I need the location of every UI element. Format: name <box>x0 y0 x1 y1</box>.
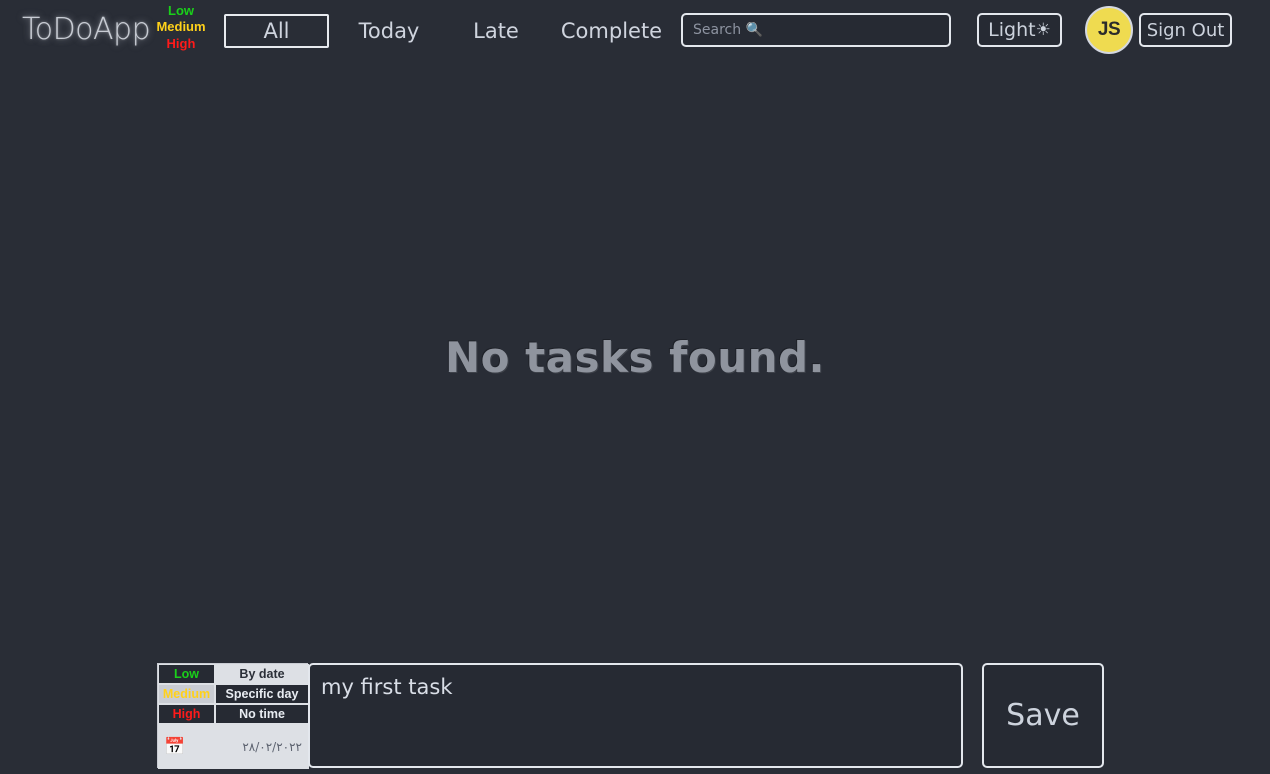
task-input[interactable] <box>308 663 963 768</box>
task-composer: Low By date Medium Specific day High No … <box>157 663 1104 769</box>
date-value[interactable]: ٢٨/٠٢/٢٠٢٢ <box>215 724 309 769</box>
priority-legend-medium: Medium <box>156 19 206 35</box>
avatar-initials: JS <box>1097 19 1121 40</box>
tab-all[interactable]: All <box>224 13 329 48</box>
nav-tabs: All Today Late Complete <box>224 13 674 48</box>
date-picker-trigger[interactable]: 📅 <box>158 724 215 769</box>
sun-icon: ☀ <box>1035 19 1051 40</box>
date-option-specific-day[interactable]: Specific day <box>215 684 309 704</box>
tab-late[interactable]: Late <box>443 14 549 48</box>
priority-legend-low: Low <box>168 3 194 18</box>
tab-today[interactable]: Today <box>335 14 443 48</box>
avatar[interactable]: JS <box>1085 6 1133 54</box>
priority-option-high[interactable]: High <box>158 704 215 724</box>
composer-options-panel: Low By date Medium Specific day High No … <box>157 663 309 769</box>
app-header: ToDoApp Low Medium High All Today Late C… <box>0 0 1270 62</box>
sign-out-button[interactable]: Sign Out <box>1139 13 1232 47</box>
theme-toggle-label: Light <box>988 19 1036 41</box>
theme-toggle-button[interactable]: Light ☀ <box>977 13 1062 47</box>
tab-complete[interactable]: Complete <box>549 14 674 48</box>
brand-logo: ToDoApp <box>22 12 151 47</box>
empty-state-message: No tasks found. <box>444 333 826 382</box>
search-input[interactable] <box>681 13 951 47</box>
date-option-by-date[interactable]: By date <box>215 664 309 684</box>
calendar-icon: 📅 <box>164 737 186 756</box>
save-button[interactable]: Save <box>982 663 1104 768</box>
date-option-no-time[interactable]: No time <box>215 704 309 724</box>
priority-option-medium[interactable]: Medium <box>158 684 215 704</box>
priority-legend-high: High <box>166 35 196 51</box>
priority-option-low[interactable]: Low <box>158 664 215 684</box>
priority-legend: Low Medium High <box>154 3 208 52</box>
